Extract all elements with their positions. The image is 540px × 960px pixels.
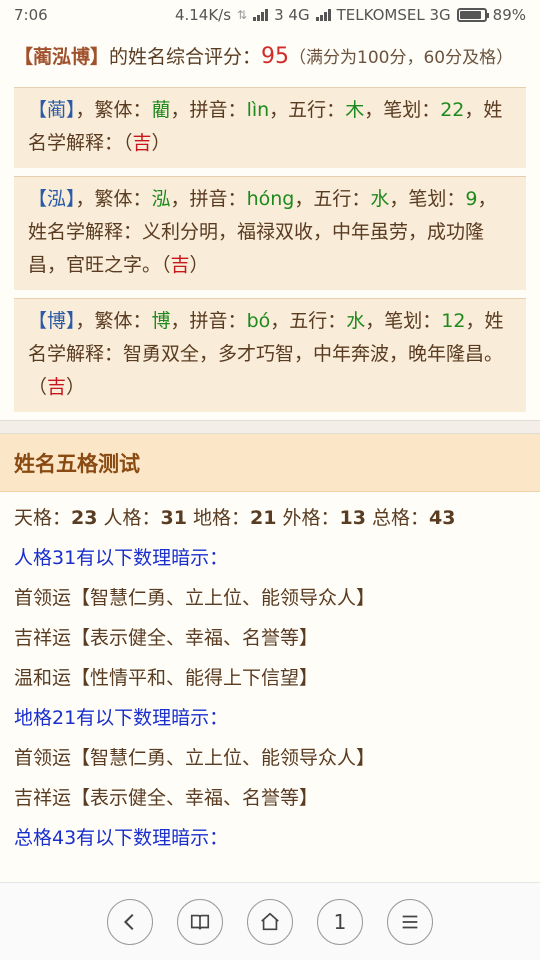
zong-value: 43 — [429, 507, 456, 529]
score-summary: 【蔺泓博】的姓名综合评分：95（满分为100分，60分及格） — [0, 30, 540, 87]
pinyin-label: ，拼音： — [170, 310, 247, 332]
di-label: 地格： — [186, 507, 251, 529]
zong-label: 总格： — [365, 507, 430, 529]
strokes-label: ，笔划： — [389, 188, 466, 210]
trad-value: 泓 — [151, 188, 171, 210]
ren-value: 31 — [160, 507, 187, 529]
strokes-value: 22 — [440, 99, 465, 121]
char-block: 【泓】，繁体：泓，拼音：hóng，五行：水，笔划：9，姓名学解释：义利分明，福禄… — [14, 176, 526, 290]
wuxing-label: ，五行： — [269, 99, 346, 121]
char-block: 【蔺】，繁体：藺，拼音：lìn，五行：木，笔划：22，姓名学解释：（吉） — [14, 87, 526, 168]
book-icon — [190, 914, 210, 929]
di-value: 21 — [250, 507, 277, 529]
strokes-label: ，笔划： — [365, 310, 442, 332]
char-line: 【博】，繁体：博，拼音：bó，五行：水，笔划：12，姓名学解释：智勇双全，多才巧… — [28, 305, 512, 404]
char-block: 【博】，繁体：博，拼音：bó，五行：水，笔划：12，姓名学解释：智勇双全，多才巧… — [14, 298, 526, 412]
trad-value: 藺 — [151, 99, 171, 121]
wuge-hint-item: 吉祥运【表示健全、幸福、名誉等】 — [14, 627, 319, 649]
wuxing-label: ，五行： — [294, 188, 371, 210]
luck-value: 吉 — [170, 254, 190, 276]
explain-label: 姓名学解释： — [28, 221, 143, 243]
wuge-hint-heading: 总格43有以下数理暗示： — [14, 827, 229, 849]
score-value: 95 — [261, 44, 290, 69]
punct: ， — [464, 99, 484, 121]
full-name: 【蔺泓博】 — [14, 46, 110, 68]
carrier-name: TELKOMSEL 3G — [336, 6, 451, 24]
wuxing-value: 木 — [345, 99, 365, 121]
trad-label: ，繁体： — [75, 99, 152, 121]
wuge-lines: 人格31有以下数理暗示： 首领运【智慧仁勇、立上位、能领导众人】 吉祥运【表示健全、… — [14, 544, 526, 852]
wuxing-label: ，五行： — [270, 310, 347, 332]
battery-icon — [456, 8, 489, 22]
wuge-section-header: 姓名五格测试 — [0, 434, 540, 492]
pinyin-value: bó — [246, 310, 271, 332]
signal-icon — [253, 9, 269, 21]
pinyin-value: lìn — [246, 99, 270, 121]
trad-label: ，繁体： — [75, 188, 152, 210]
network-type-1: 3 4G — [274, 6, 310, 24]
tabs-button[interactable]: 1 — [317, 898, 363, 945]
strokes-value: 12 — [441, 310, 466, 332]
trad-label: ，繁体： — [75, 310, 152, 332]
battery-percent: 89% — [492, 6, 526, 24]
wai-value: 13 — [339, 507, 366, 529]
bookmarks-button[interactable] — [177, 898, 223, 945]
punct: ， — [477, 188, 497, 210]
home-icon — [261, 912, 279, 930]
signal-icon-2 — [315, 9, 331, 21]
back-button[interactable] — [107, 898, 153, 945]
wuge-hint-heading: 地格21有以下数理暗示： — [14, 707, 229, 729]
home-button[interactable] — [247, 898, 293, 945]
menu-button[interactable] — [387, 898, 433, 945]
wuge-section: 天格：23 人格：31 地格：21 外格：13 总格：43 人格31有以下数理暗… — [0, 492, 540, 852]
strokes-value: 9 — [465, 188, 478, 210]
explain-text: （ — [123, 132, 133, 154]
luck-value: 吉 — [47, 376, 67, 398]
punct: ） — [66, 376, 86, 398]
punct: ， — [465, 310, 485, 332]
char-line: 【蔺】，繁体：藺，拼音：lìn，五行：木，笔划：22，姓名学解释：（吉） — [28, 94, 512, 160]
browser-bottom-nav: 1 — [0, 882, 540, 960]
wuxing-value: 水 — [370, 188, 390, 210]
punct: ） — [189, 254, 209, 276]
punct: ） — [151, 132, 171, 154]
ren-label: 人格： — [97, 507, 161, 529]
pinyin-label: ，拼音： — [170, 99, 247, 121]
page-content: 【蔺泓博】的姓名综合评分：95（满分为100分，60分及格） 【蔺】，繁体：藺，… — [0, 30, 540, 864]
wuxing-value: 水 — [346, 310, 366, 332]
score-label: 的姓名综合评分： — [109, 46, 262, 68]
trad-value: 博 — [151, 310, 171, 332]
pinyin-value: hóng — [246, 188, 295, 210]
wuge-hint-heading: 人格31有以下数理暗示： — [14, 547, 229, 569]
status-right: 4.14K/s ⇅ 3 4G TELKOMSEL 3G 89% — [175, 6, 526, 24]
menu-icon — [402, 915, 418, 928]
tian-value: 23 — [71, 507, 98, 529]
strokes-label: ，笔划： — [364, 99, 441, 121]
wuge-hint-item: 首领运【智慧仁勇、立上位、能领导众人】 — [14, 587, 376, 609]
status-bar: 7:06 4.14K/s ⇅ 3 4G TELKOMSEL 3G 89% — [0, 0, 540, 30]
score-note: （满分为100分，60分及格） — [289, 48, 514, 68]
wuge-hint-item: 首领运【智慧仁勇、立上位、能领导众人】 — [14, 747, 376, 769]
section-divider — [0, 420, 540, 434]
char-line: 【泓】，繁体：泓，拼音：hóng，五行：水，笔划：9，姓名学解释：义利分明，福禄… — [28, 183, 512, 282]
char-list: 【蔺】，繁体：藺，拼音：lìn，五行：木，笔划：22，姓名学解释：（吉） 【泓】，… — [0, 87, 540, 412]
wuge-hint-item: 温和运【性情平和、能得上下信望】 — [14, 667, 319, 689]
wuge-summary: 天格：23 人格：31 地格：21 外格：13 总格：43 — [14, 504, 526, 532]
wuge-hint-item: 吉祥运【表示健全、幸福、名誉等】 — [14, 787, 319, 809]
section-title: 姓名五格测试 — [14, 451, 140, 476]
luck-value: 吉 — [132, 132, 152, 154]
char-name: 【泓】 — [28, 188, 76, 210]
data-arrows-icon: ⇅ — [237, 8, 248, 22]
char-name: 【蔺】 — [28, 99, 76, 121]
tian-label: 天格： — [14, 507, 72, 529]
network-speed: 4.14K/s — [174, 6, 232, 24]
chevron-left-icon — [123, 913, 134, 930]
pinyin-label: ，拼音： — [170, 188, 247, 210]
status-time: 7:06 — [14, 6, 48, 24]
char-name: 【博】 — [28, 310, 76, 332]
tabs-count: 1 — [333, 909, 347, 934]
wai-label: 外格： — [276, 507, 340, 529]
